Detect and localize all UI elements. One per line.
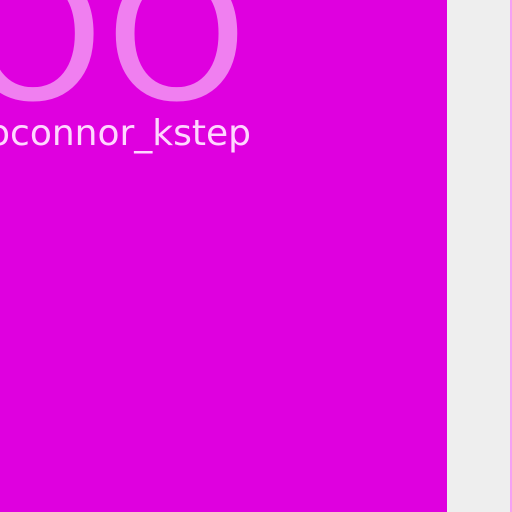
profile-initials: OO xyxy=(0,0,250,142)
screen: OO oconnor_kstep xyxy=(0,0,512,512)
side-strip xyxy=(447,0,512,512)
profile-panel: OO oconnor_kstep xyxy=(0,0,447,512)
profile-username: oconnor_kstep xyxy=(0,113,252,154)
